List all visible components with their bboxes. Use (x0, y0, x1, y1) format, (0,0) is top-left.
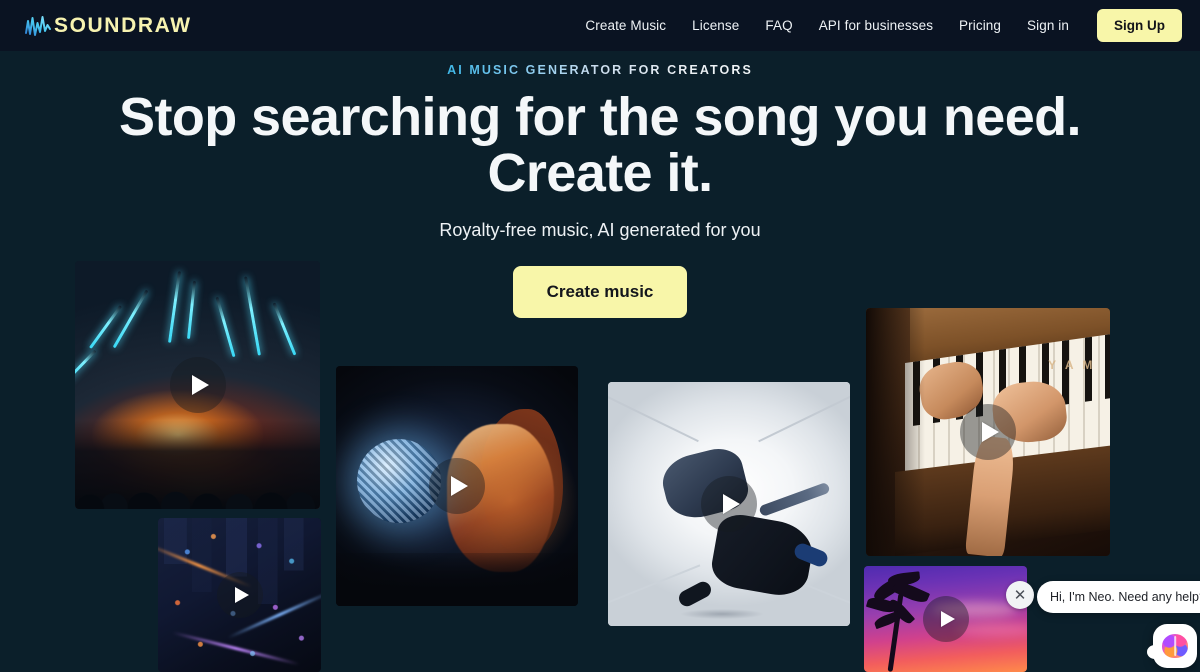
hero-cta-wrapper: Create music (0, 266, 1200, 319)
play-button[interactable] (922, 596, 969, 642)
soundwave-icon (25, 15, 51, 36)
media-card-dancer[interactable] (608, 382, 850, 626)
play-button[interactable] (960, 404, 1016, 460)
hero-subtitle: Royalty-free music, AI generated for you (439, 220, 761, 241)
media-card-piano[interactable]: Y A M (866, 308, 1110, 556)
main-nav: Create Music License FAQ API for busines… (585, 9, 1182, 42)
hero-section: AI MUSIC GENERATOR FOR CREATORS Stop sea… (0, 51, 1200, 319)
nav-item-sign-in[interactable]: Sign in (1027, 18, 1069, 33)
headline-line-1: Stop searching for the song you need. (119, 87, 1082, 147)
nav-item-api-businesses[interactable]: API for businesses (819, 18, 933, 33)
logo[interactable]: SOUNDRAW (24, 14, 192, 38)
play-button[interactable] (216, 572, 263, 618)
play-button[interactable] (429, 458, 485, 514)
nav-item-faq[interactable]: FAQ (765, 18, 792, 33)
piano-brand-text: Y A M (1048, 357, 1096, 372)
create-music-button[interactable]: Create music (512, 266, 688, 319)
media-card-sunset-palms[interactable] (864, 566, 1027, 672)
play-icon (982, 422, 999, 442)
soundraw-landing-page: SOUNDRAW Create Music License FAQ API fo… (0, 0, 1200, 672)
site-header: SOUNDRAW Create Music License FAQ API fo… (0, 0, 1200, 51)
chat-launcher-button[interactable] (1147, 624, 1197, 668)
play-icon (940, 611, 955, 627)
chat-close-button[interactable]: ✕ (1006, 581, 1034, 609)
play-icon (451, 476, 468, 496)
play-button[interactable] (169, 357, 226, 413)
sign-up-button[interactable]: Sign Up (1097, 9, 1182, 42)
page-title: Stop searching for the song you need. Cr… (0, 87, 1200, 203)
headline-line-2: Create it. (487, 142, 713, 203)
media-card-disco-ball[interactable] (336, 366, 578, 606)
nav-item-create-music[interactable]: Create Music (585, 18, 666, 33)
nav-item-license[interactable]: License (692, 18, 739, 33)
chat-greeting-bubble[interactable]: Hi, I'm Neo. Need any help? (1037, 581, 1200, 613)
nav-item-pricing[interactable]: Pricing (959, 18, 1001, 33)
hero-eyebrow: AI MUSIC GENERATOR FOR CREATORS (447, 63, 753, 77)
brain-avatar-icon (1162, 634, 1188, 658)
logo-text: SOUNDRAW (54, 14, 192, 37)
play-button[interactable] (701, 476, 757, 532)
close-icon: ✕ (1013, 587, 1027, 604)
play-icon (723, 494, 740, 514)
media-card-city-night[interactable] (158, 518, 321, 672)
play-icon (234, 587, 249, 603)
play-icon (191, 375, 209, 395)
